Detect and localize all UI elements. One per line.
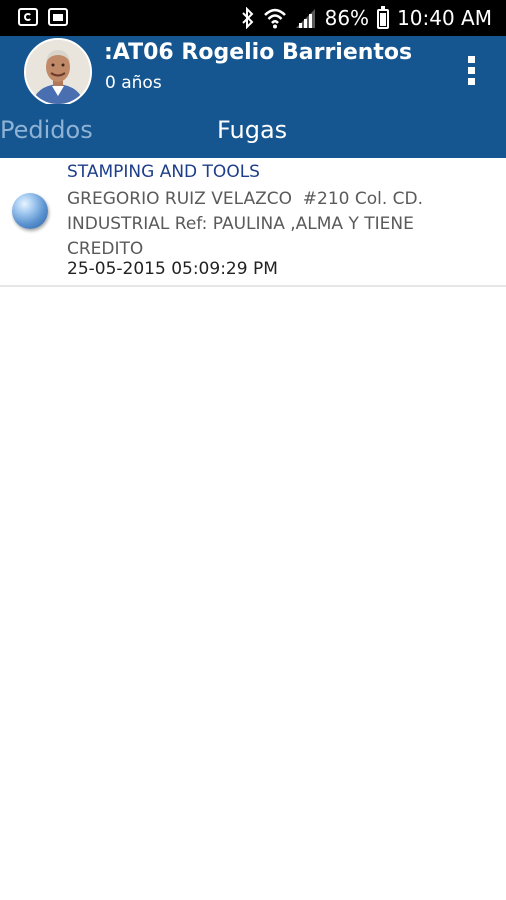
battery-icon bbox=[377, 5, 390, 29]
blue-sphere-icon bbox=[12, 193, 48, 229]
status-bar: 86% 10:40 AM bbox=[0, 0, 506, 36]
item-date: 25-05-2015 05:09:29 PM bbox=[67, 259, 278, 279]
bluetooth-icon bbox=[241, 7, 254, 29]
tab-bar: Pedidos Fugas bbox=[0, 104, 506, 158]
signal-icon bbox=[295, 9, 315, 28]
menu-dot bbox=[468, 56, 475, 63]
battery-percent: 86% bbox=[324, 6, 370, 30]
menu-dot bbox=[468, 67, 475, 74]
item-title: STAMPING AND TOOLS bbox=[67, 162, 260, 182]
avatar[interactable] bbox=[24, 38, 92, 106]
sync-icon bbox=[18, 8, 38, 26]
overflow-menu-icon[interactable] bbox=[468, 56, 476, 86]
image-icon bbox=[48, 8, 68, 26]
tab-fugas[interactable]: Fugas bbox=[217, 116, 287, 144]
system-icons: 86% 10:40 AM bbox=[241, 5, 492, 31]
clock: 10:40 AM bbox=[397, 6, 492, 30]
menu-dot bbox=[468, 78, 475, 85]
notification-icons bbox=[18, 8, 68, 26]
wifi-icon bbox=[263, 8, 286, 29]
user-photo-icon bbox=[26, 40, 90, 104]
user-age: 0 años bbox=[105, 73, 162, 93]
item-address: GREGORIO RUIZ VELAZCO #210 Col. CD. INDU… bbox=[67, 189, 429, 259]
tab-pedidos[interactable]: Pedidos bbox=[0, 116, 93, 144]
list-item[interactable]: STAMPING AND TOOLS GREGORIO RUIZ VELAZCO… bbox=[0, 158, 506, 287]
app-header: :AT06 Rogelio Barrientos 0 años bbox=[0, 36, 506, 106]
user-name: :AT06 Rogelio Barrientos bbox=[104, 40, 413, 65]
